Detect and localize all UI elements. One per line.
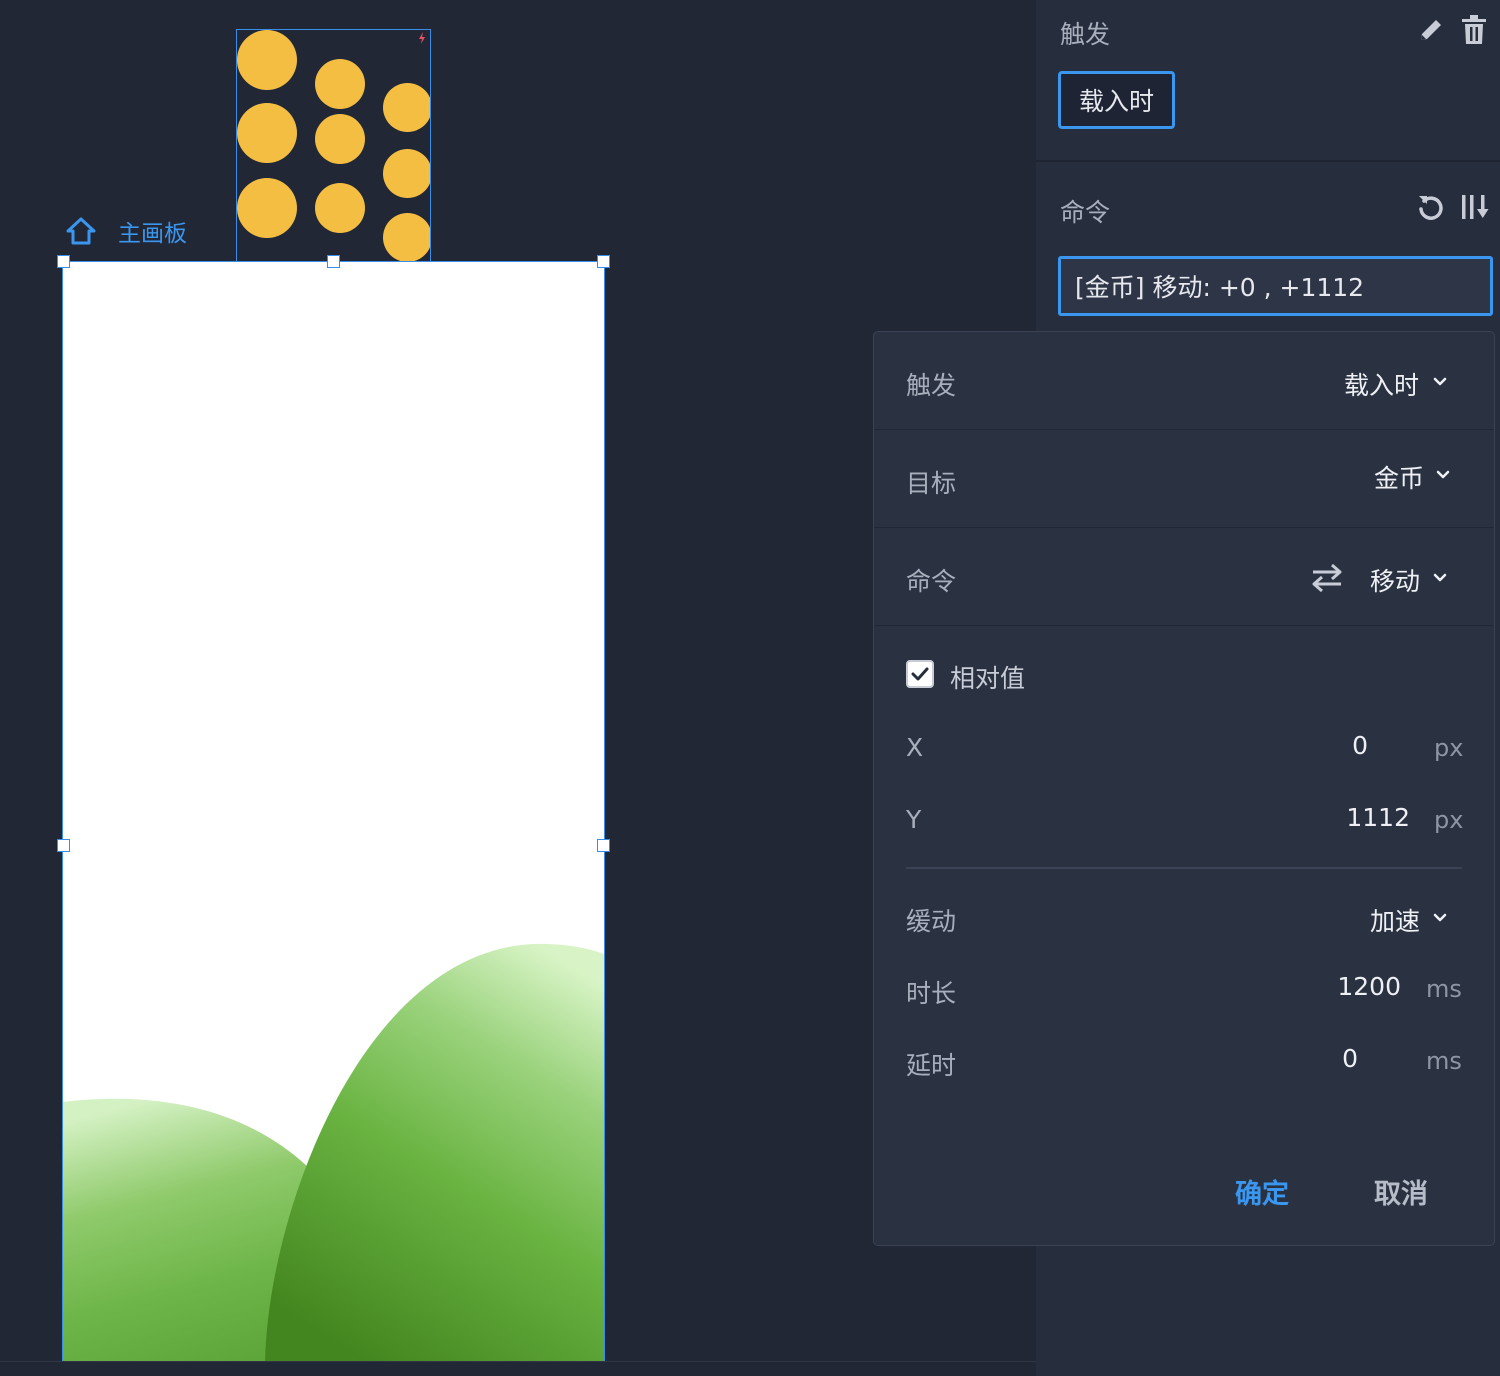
chevron-down-icon[interactable] [1433, 913, 1447, 923]
duration-label: 时长 [906, 979, 957, 1008]
canvas-border [0, 1361, 1036, 1362]
x-input[interactable]: 0 [1274, 731, 1368, 760]
command-section-title: 命令 [1060, 198, 1111, 227]
command-select[interactable]: 移动 [1370, 562, 1420, 598]
target-label: 目标 [906, 469, 957, 498]
target-select[interactable]: 金币 [1374, 459, 1424, 495]
relative-checkbox[interactable] [906, 660, 934, 688]
coin [315, 114, 365, 164]
checkmark-icon [911, 667, 929, 681]
cancel-button[interactable]: 取消 [1374, 1172, 1428, 1211]
resize-handle-top-left[interactable] [57, 255, 70, 268]
command-editor-popover: 触发 载入时 目标 金币 命令 移动 相对值 X 0 px Y 1112 px … [873, 331, 1495, 1246]
trigger-select[interactable]: 载入时 [1344, 366, 1419, 402]
sort-icon[interactable] [1460, 193, 1490, 221]
swap-icon[interactable] [1310, 563, 1344, 593]
delay-unit: ms [1426, 1047, 1462, 1075]
delay-input[interactable]: 0 [1274, 1044, 1358, 1073]
chevron-down-icon[interactable] [1433, 377, 1447, 387]
confirm-button[interactable]: 确定 [1235, 1172, 1289, 1211]
coin [237, 103, 297, 163]
divider [1036, 160, 1500, 162]
divider [906, 867, 1462, 869]
command-label: 命令 [906, 567, 957, 596]
delay-label: 延时 [906, 1051, 957, 1080]
duration-unit: ms [1426, 975, 1462, 1003]
artboard-label[interactable]: 主画板 [66, 214, 187, 248]
resize-handle-middle-left[interactable] [57, 839, 70, 852]
trigger-section-title: 触发 [1060, 20, 1111, 49]
x-label: X [906, 733, 924, 762]
artboard-name: 主画板 [118, 221, 187, 247]
coin [383, 83, 430, 132]
y-unit: px [1434, 806, 1464, 834]
coin [315, 59, 365, 109]
y-label: Y [906, 805, 922, 834]
coin [315, 183, 365, 233]
trash-icon[interactable] [1460, 15, 1488, 45]
lightning-icon [419, 32, 425, 44]
command-row: 命令 移动 [874, 528, 1494, 626]
relative-label: 相对值 [950, 664, 1026, 693]
coin [237, 30, 297, 90]
easing-select[interactable]: 加速 [1370, 902, 1420, 938]
home-icon [66, 217, 96, 245]
coin [237, 178, 297, 238]
duration-input[interactable]: 1200 [1274, 972, 1401, 1001]
x-unit: px [1434, 734, 1464, 762]
trigger-row: 触发 载入时 [874, 332, 1494, 430]
coin [383, 213, 430, 262]
pencil-icon[interactable] [1417, 16, 1445, 44]
resize-handle-middle-right[interactable] [597, 839, 610, 852]
chevron-down-icon[interactable] [1436, 470, 1450, 480]
trigger-chip[interactable]: 载入时 [1058, 71, 1175, 129]
coin-group[interactable] [236, 29, 431, 262]
hills-illustration [63, 943, 604, 1362]
undo-icon[interactable] [1416, 193, 1444, 221]
coin [383, 149, 430, 198]
resize-handle-top-right[interactable] [597, 255, 610, 268]
resize-handle-top-center[interactable] [327, 255, 340, 268]
easing-label: 缓动 [906, 907, 957, 936]
target-row: 目标 金币 [874, 430, 1494, 528]
command-summary-chip[interactable]: [金币] 移动: +0 , +1112 [1058, 256, 1493, 316]
chevron-down-icon[interactable] [1433, 573, 1447, 583]
main-artboard[interactable] [63, 262, 604, 1362]
y-input[interactable]: 1112 [1274, 803, 1410, 832]
trigger-label: 触发 [906, 371, 957, 400]
